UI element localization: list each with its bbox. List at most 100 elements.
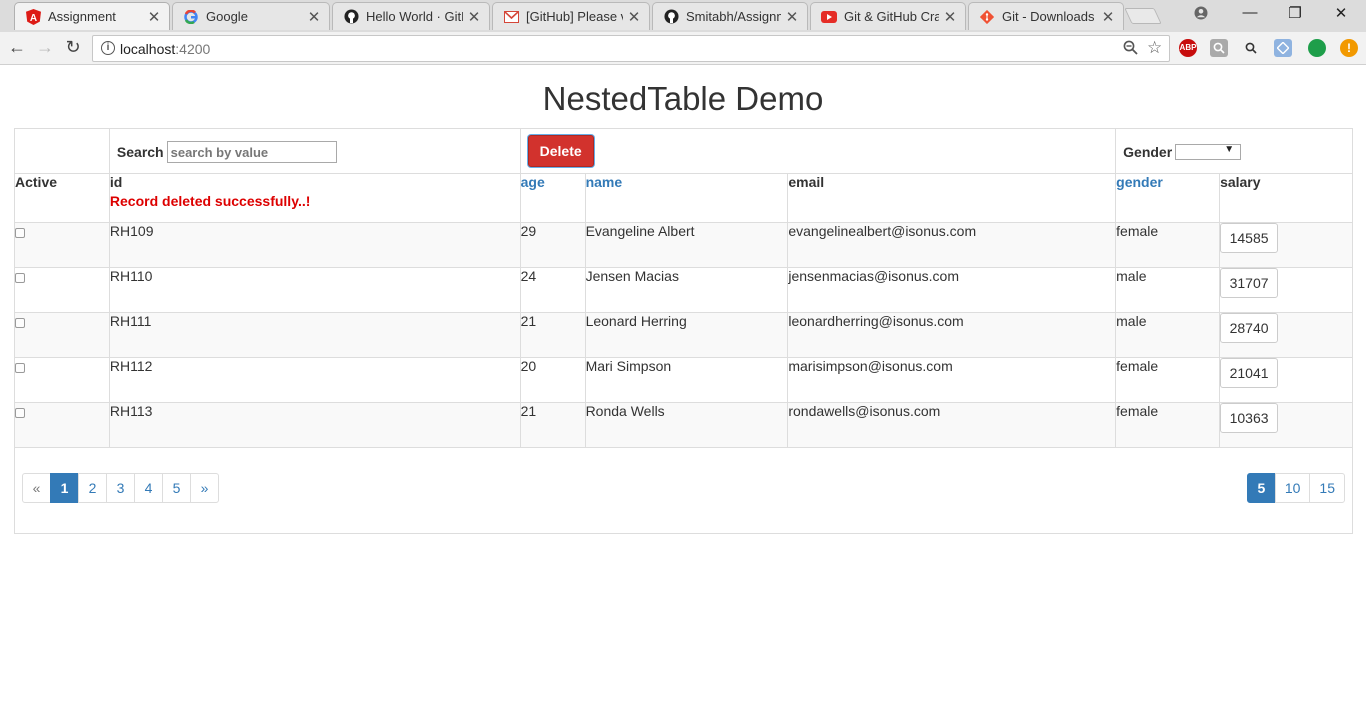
close-icon[interactable]: ✕	[943, 8, 957, 26]
status-message: Record deleted successfully..!	[109, 193, 311, 209]
table-row: RH111 21 Leonard Herring leonardherring@…	[14, 312, 1353, 358]
salary-input[interactable]: 14585	[1220, 223, 1279, 253]
minimize-icon[interactable]: —	[1238, 4, 1262, 24]
active-checkbox[interactable]	[15, 408, 25, 418]
gender-cell: male	[1115, 312, 1221, 358]
page-size-5[interactable]: 5	[1246, 473, 1276, 503]
svg-text:A: A	[29, 13, 36, 24]
column-header-id-label: id	[109, 174, 123, 190]
salary-cell: 28740	[1219, 312, 1353, 358]
delete-button[interactable]: Delete	[527, 135, 594, 167]
tab-title: Google	[206, 9, 248, 24]
restore-icon[interactable]: ❐	[1283, 4, 1307, 24]
filter-row: Search Delete Gender ▼	[14, 128, 1353, 174]
tab-assignment[interactable]: A Assignment ✕	[14, 2, 170, 30]
salary-input[interactable]: 21041	[1220, 358, 1279, 388]
email-cell: leonardherring@isonus.com	[787, 312, 1117, 358]
github-icon	[343, 9, 359, 25]
bookmark-star-icon[interactable]: ☆	[1147, 38, 1162, 58]
pagination: « 1 2 3 4 5 »	[22, 473, 219, 503]
search-cell: Search	[108, 128, 521, 174]
salary-cell: 10363	[1219, 402, 1353, 448]
email-cell: jensenmacias@isonus.com	[787, 267, 1117, 313]
salary-input[interactable]: 10363	[1220, 403, 1279, 433]
window-close-icon[interactable]: ✕	[1329, 4, 1353, 24]
email-cell: evangelinealbert@isonus.com	[787, 222, 1117, 268]
extension-green-icon[interactable]	[1308, 39, 1326, 57]
pagination-prev[interactable]: «	[22, 473, 51, 503]
info-icon[interactable]: i	[101, 41, 115, 55]
age-cell: 29	[519, 222, 586, 268]
tab-smitabh-assignment[interactable]: Smitabh/Assignme ✕	[652, 2, 808, 30]
close-icon[interactable]: ✕	[147, 8, 161, 26]
gender-cell: female	[1115, 357, 1221, 403]
adblock-icon[interactable]: ABP	[1179, 39, 1197, 57]
id-cell: RH112	[108, 357, 521, 403]
search-label: Search	[116, 144, 164, 160]
extension-box-icon[interactable]	[1274, 39, 1292, 57]
tab-title: [GitHub] Please ve	[526, 9, 623, 24]
browser-tab-strip: A Assignment ✕ Google ✕ Hello World · Gi…	[0, 0, 1366, 32]
back-icon[interactable]: ←	[6, 37, 28, 59]
pagination-page-2[interactable]: 2	[78, 473, 107, 503]
table-row: RH113 21 Ronda Wells rondawells@isonus.c…	[14, 402, 1353, 448]
close-icon[interactable]: ✕	[785, 8, 799, 26]
tab-git-downloads[interactable]: Git - Downloads ✕	[968, 2, 1124, 30]
new-tab-button[interactable]	[1124, 8, 1162, 24]
tab-hello-world[interactable]: Hello World · GitH ✕	[332, 2, 490, 30]
active-checkbox[interactable]	[15, 363, 25, 373]
id-cell: RH110	[108, 267, 521, 313]
close-icon[interactable]: ✕	[307, 8, 321, 26]
table-row: RH112 20 Mari Simpson marisimpson@isonus…	[14, 357, 1353, 403]
salary-cell: 31707	[1219, 267, 1353, 313]
column-header-gender[interactable]: gender	[1115, 173, 1221, 223]
git-icon	[979, 9, 995, 25]
column-header-id[interactable]: id Record deleted successfully..!	[108, 173, 521, 223]
alert-icon[interactable]: !	[1340, 39, 1358, 57]
tab-title: Git - Downloads	[1002, 9, 1095, 24]
tab-git-github-crash[interactable]: Git & GitHub Cras ✕	[810, 2, 966, 30]
zoom-icon[interactable]	[1123, 40, 1138, 60]
page-size-selector: 5 10 15	[1246, 473, 1345, 503]
column-header-age[interactable]: age	[519, 173, 586, 223]
tab-github-email[interactable]: [GitHub] Please ve ✕	[492, 2, 650, 30]
address-bar[interactable]: i localhost:4200 ☆	[92, 35, 1170, 62]
active-checkbox[interactable]	[15, 273, 25, 283]
active-cell	[14, 402, 110, 448]
page-size-15[interactable]: 15	[1309, 473, 1345, 503]
column-header-salary: salary	[1219, 173, 1353, 223]
gender-select[interactable]: ▼	[1175, 144, 1242, 160]
profile-icon[interactable]	[1189, 4, 1213, 24]
search-input[interactable]	[166, 141, 337, 163]
tab-title: Smitabh/Assignme	[686, 9, 781, 24]
header-row: Active id Record deleted successfully..!…	[14, 173, 1353, 223]
pagination-page-3[interactable]: 3	[106, 473, 135, 503]
tab-title: Assignment	[48, 9, 116, 24]
pagination-next[interactable]: »	[190, 473, 219, 503]
pagination-page-4[interactable]: 4	[134, 473, 163, 503]
magnifier-icon[interactable]	[1242, 39, 1260, 57]
close-icon[interactable]: ✕	[1101, 8, 1115, 26]
age-cell: 21	[519, 402, 586, 448]
pagination-page-1[interactable]: 1	[50, 473, 79, 503]
column-header-name[interactable]: name	[584, 173, 789, 223]
active-checkbox[interactable]	[15, 318, 25, 328]
google-icon	[183, 9, 199, 25]
tab-google[interactable]: Google ✕	[172, 2, 330, 30]
close-icon[interactable]: ✕	[467, 8, 481, 26]
active-checkbox[interactable]	[15, 228, 25, 238]
gender-cell: female	[1115, 222, 1221, 268]
reload-icon[interactable]: ↻	[62, 37, 84, 59]
extension-search-icon[interactable]	[1210, 39, 1228, 57]
page-size-10[interactable]: 10	[1274, 473, 1311, 503]
salary-input[interactable]: 31707	[1220, 268, 1279, 298]
gender-filter-label: Gender	[1123, 144, 1173, 160]
salary-input[interactable]: 28740	[1220, 313, 1279, 343]
browser-toolbar: ← → ↻ i localhost:4200 ☆ ABP !	[0, 32, 1366, 65]
table-row: RH110 24 Jensen Macias jensenmacias@ison…	[14, 267, 1353, 313]
forward-icon[interactable]: →	[34, 37, 56, 59]
close-icon[interactable]: ✕	[627, 8, 641, 26]
age-cell: 24	[519, 267, 586, 313]
salary-cell: 14585	[1219, 222, 1353, 268]
pagination-page-5[interactable]: 5	[162, 473, 191, 503]
